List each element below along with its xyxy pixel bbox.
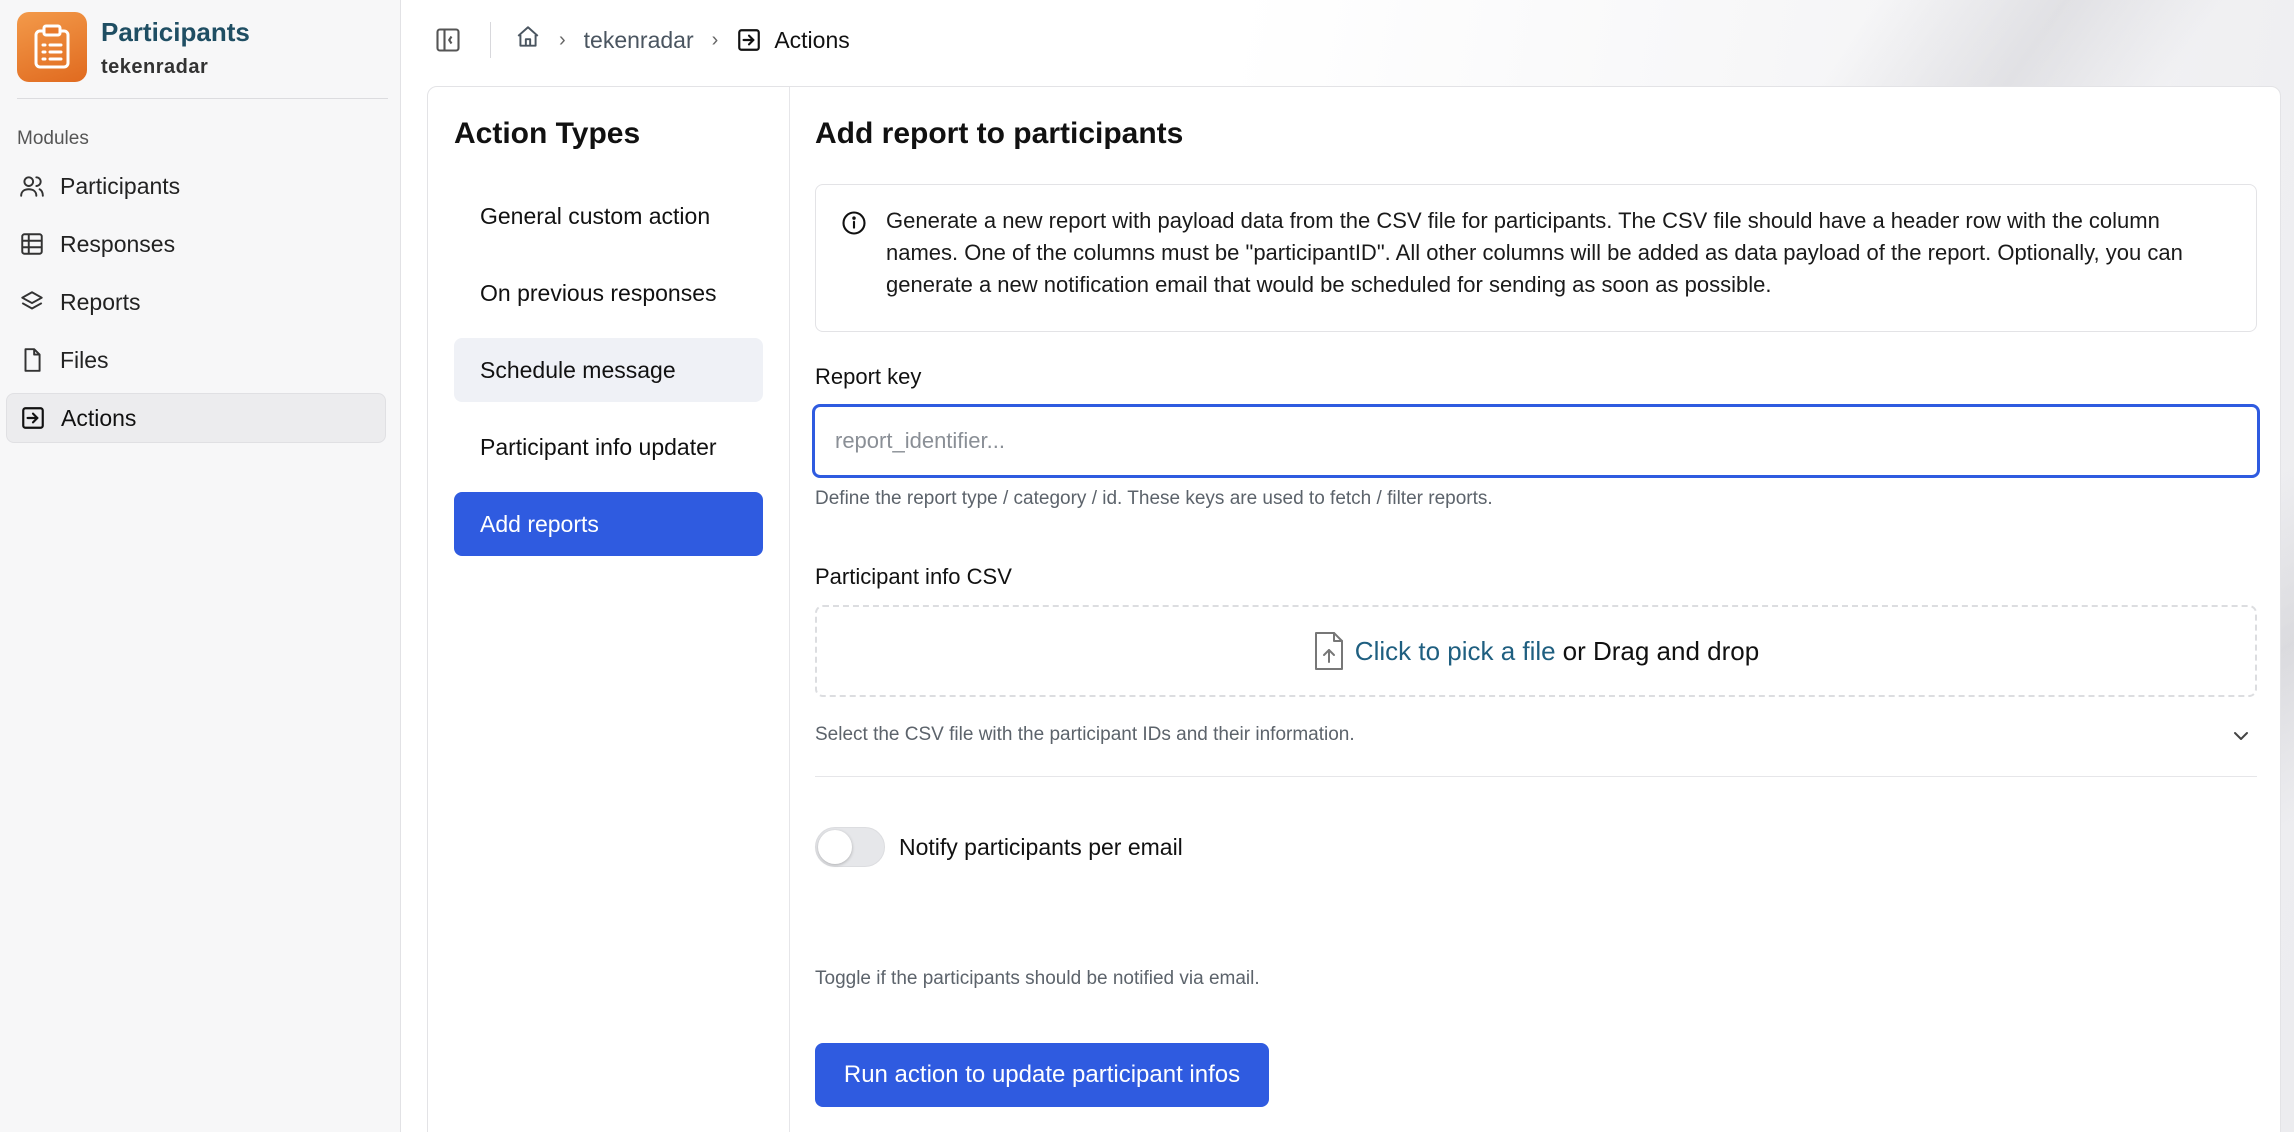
info-callout: Generate a new report with payload data … (815, 184, 2257, 332)
app-subtitle: tekenradar (101, 55, 209, 78)
sidebar-toggle-icon[interactable] (434, 26, 462, 54)
clipboard-icon (17, 12, 87, 82)
sidebar-item-label: Responses (60, 230, 176, 257)
actions-card: Action Types General custom action On pr… (427, 86, 2281, 1132)
home-icon[interactable] (515, 24, 541, 56)
report-key-help: Define the report type / category / id. … (815, 488, 1493, 509)
sidebar-item-label: Reports (60, 288, 141, 315)
info-icon (840, 209, 868, 237)
layers-icon (18, 288, 46, 316)
toggle-knob (818, 830, 852, 864)
run-action-button[interactable]: Run action to update participant infos (815, 1043, 1269, 1107)
action-types-title: Action Types (454, 117, 641, 150)
action-type-add-reports[interactable]: Add reports (454, 492, 763, 556)
app-title: Participants (101, 16, 250, 47)
form-title: Add report to participants (815, 117, 1184, 150)
add-report-form: Add report to participants Generate a ne… (812, 87, 2260, 1132)
notify-label: Notify participants per email (899, 834, 1183, 860)
pick-file-link[interactable]: Click to pick a file (1355, 636, 1556, 667)
sidebar-item-actions[interactable]: Actions (6, 393, 386, 443)
action-type-previous-responses[interactable]: On previous responses (454, 261, 763, 325)
drag-drop-text: or Drag and drop (1562, 635, 1760, 666)
sidebar-divider (17, 98, 388, 99)
chevron-right-icon: › (711, 28, 719, 51)
file-upload-icon (1313, 631, 1345, 671)
info-text: Generate a new report with payload data … (886, 208, 2183, 297)
breadcrumb-current: Actions (736, 26, 850, 54)
app-brand[interactable]: Participants tekenradar (17, 11, 250, 83)
sidebar: Participants tekenradar Modules Particip… (0, 0, 401, 1132)
notify-help: Toggle if the participants should be not… (815, 968, 1260, 989)
chevron-right-icon: › (559, 28, 566, 51)
sidebar-item-files[interactable]: Files (6, 335, 386, 385)
modules-label: Modules (17, 128, 89, 149)
csv-divider (815, 776, 2257, 777)
action-type-participant-info-updater[interactable]: Participant info updater (454, 415, 763, 479)
csv-label: Participant info CSV (815, 564, 1012, 589)
action-types-list: General custom action On previous respon… (454, 184, 763, 569)
action-types-panel: Action Types General custom action On pr… (428, 87, 790, 1132)
breadcrumb-current-label: Actions (774, 26, 850, 53)
csv-help: Select the CSV file with the participant… (815, 724, 1355, 745)
users-icon (18, 172, 46, 200)
sidebar-item-responses[interactable]: Responses (6, 219, 386, 269)
sidebar-nav: Participants Responses Reports Files Act… (6, 161, 386, 451)
csv-dropzone[interactable]: Click to pick a file or Drag and drop (815, 605, 2257, 697)
sidebar-item-label: Participants (60, 172, 181, 199)
file-icon (18, 346, 46, 374)
sidebar-item-label: Actions (61, 404, 137, 431)
report-key-input[interactable] (812, 404, 2260, 478)
arrow-box-icon (736, 27, 762, 53)
sidebar-item-reports[interactable]: Reports (6, 277, 386, 327)
notify-toggle[interactable] (815, 827, 885, 867)
action-type-general-custom[interactable]: General custom action (454, 184, 763, 248)
chevron-down-icon[interactable] (2229, 724, 2253, 748)
action-type-schedule-message[interactable]: Schedule message (454, 338, 763, 402)
breadcrumb: › tekenradar › Actions (515, 22, 850, 58)
sidebar-item-label: Files (60, 346, 109, 373)
breadcrumb-study-link[interactable]: tekenradar (584, 27, 694, 54)
topbar-separator (490, 22, 491, 58)
arrow-box-icon (19, 404, 47, 432)
sidebar-item-participants[interactable]: Participants (6, 161, 386, 211)
table-icon (18, 230, 46, 258)
report-key-label: Report key (815, 364, 922, 389)
